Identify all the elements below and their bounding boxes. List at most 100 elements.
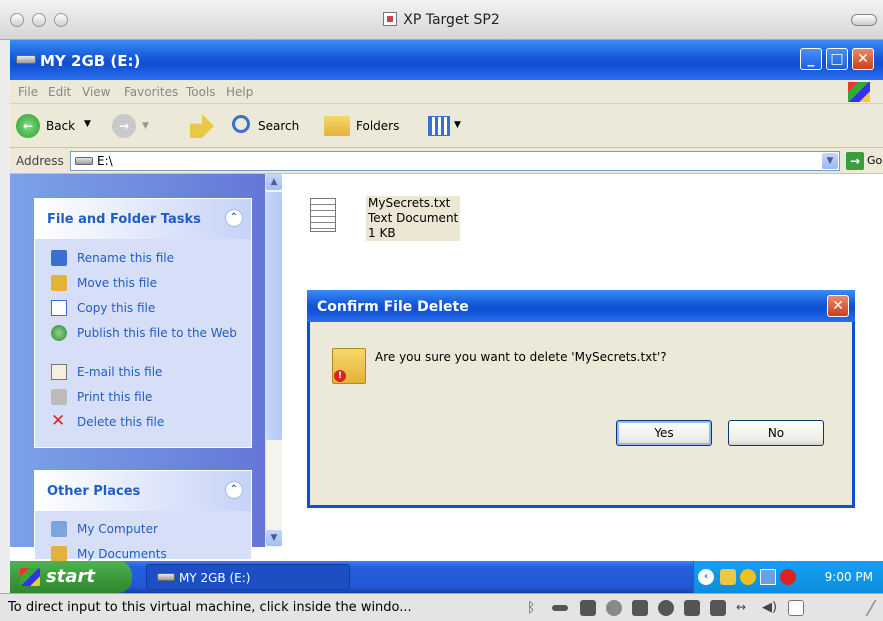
views-button[interactable]: ▼ xyxy=(428,112,470,140)
usb-storage-2-icon[interactable] xyxy=(710,600,726,616)
explorer-title: MY 2GB (E:) xyxy=(40,52,141,70)
menu-file[interactable]: File xyxy=(18,85,38,99)
microphone-icon[interactable] xyxy=(606,600,622,616)
other-places-header[interactable]: Other Places ⌃ xyxy=(35,471,251,511)
address-bar: Address E:\ ▼ → Go xyxy=(10,148,883,174)
views-icon xyxy=(428,116,450,136)
tray-expand-icon[interactable]: ‹ xyxy=(698,569,714,585)
scroll-thumb[interactable] xyxy=(266,192,282,440)
printer-icon xyxy=(51,389,67,405)
computer-icon xyxy=(51,521,67,537)
task-copy-file[interactable]: Copy this file xyxy=(77,302,155,315)
views-dropdown-icon: ▼ xyxy=(454,120,461,130)
security-alert-icon[interactable] xyxy=(780,569,796,585)
keyboard-icon[interactable] xyxy=(788,600,804,616)
collapse-chevron-icon[interactable]: ⌃ xyxy=(225,481,243,499)
start-button[interactable]: start xyxy=(10,561,132,593)
task-publish-file[interactable]: Publish this file to the Web xyxy=(77,327,237,340)
scroll-up-icon[interactable]: ▲ xyxy=(266,174,282,190)
task-pane-scrollbar[interactable]: ▲ ▼ xyxy=(265,174,282,547)
email-icon xyxy=(51,364,67,380)
host-window-title: XP Target SP2 xyxy=(403,12,500,28)
windows-logo-icon xyxy=(20,568,40,586)
other-places-box: Other Places ⌃ My Computer My Documents xyxy=(34,470,252,562)
forward-arrow-icon[interactable]: → xyxy=(112,114,136,138)
back-button[interactable]: ← Back ▼ xyxy=(16,112,96,140)
go-label: Go xyxy=(867,154,883,167)
move-icon xyxy=(51,275,67,291)
toolbar-toggle-pill[interactable] xyxy=(851,14,877,26)
rename-icon xyxy=(51,250,67,266)
cd-drive-icon[interactable] xyxy=(658,600,674,616)
place-my-documents[interactable]: My Documents xyxy=(77,548,167,561)
menu-view[interactable]: View xyxy=(82,85,110,99)
go-button[interactable]: → Go xyxy=(846,151,882,171)
usb-device-icon[interactable] xyxy=(580,600,596,616)
menu-favorites[interactable]: Favorites xyxy=(124,85,178,99)
vm-status-message: To direct input to this virtual machine,… xyxy=(8,600,412,615)
minimize-button[interactable]: _ xyxy=(800,48,822,70)
task-move-file[interactable]: Move this file xyxy=(77,277,157,290)
file-folder-tasks-title: File and Folder Tasks xyxy=(47,212,201,227)
harddisk-icon[interactable] xyxy=(552,605,568,611)
confirm-delete-dialog: Confirm File Delete ✕ ! Are you sure you… xyxy=(307,290,855,508)
explorer-window: MY 2GB (E:) _ □ ✕ File Edit View Favorit… xyxy=(10,40,883,562)
windows-flag-icon xyxy=(848,82,870,102)
dialog-titlebar[interactable]: Confirm File Delete ✕ xyxy=(307,290,855,322)
address-dropdown-icon[interactable]: ▼ xyxy=(822,153,838,169)
taskbar-item-explorer[interactable]: MY 2GB (E:) xyxy=(146,564,350,590)
file-folder-tasks-header[interactable]: File and Folder Tasks ⌃ xyxy=(35,199,251,239)
folders-icon xyxy=(324,116,350,136)
scroll-down-icon[interactable]: ▼ xyxy=(266,530,282,546)
address-input[interactable]: E:\ ▼ xyxy=(70,151,840,171)
address-value: E:\ xyxy=(97,154,113,168)
sound-icon[interactable]: ◀) xyxy=(762,600,778,616)
taskbar: start MY 2GB (E:) ‹ 9:00 PM xyxy=(10,561,883,593)
text-file-icon xyxy=(310,198,336,232)
menu-help[interactable]: Help xyxy=(226,85,253,99)
back-arrow-icon: ← xyxy=(16,114,40,138)
menu-tools[interactable]: Tools xyxy=(186,85,216,99)
task-print-file[interactable]: Print this file xyxy=(77,391,152,404)
usb-storage-icon[interactable] xyxy=(684,600,700,616)
drive-icon xyxy=(16,55,36,64)
task-delete-file[interactable]: Delete this file xyxy=(77,416,164,429)
no-button[interactable]: No xyxy=(728,420,824,446)
up-folder-icon[interactable] xyxy=(190,114,214,138)
vm-document-icon xyxy=(383,12,398,26)
search-label: Search xyxy=(258,119,300,133)
start-label: start xyxy=(46,566,95,587)
usb-icon[interactable] xyxy=(632,600,648,616)
folder-icon xyxy=(51,546,67,562)
place-my-computer[interactable]: My Computer xyxy=(77,523,158,536)
maximize-button[interactable]: □ xyxy=(826,48,848,70)
vm-status-bar: To direct input to this virtual machine,… xyxy=(0,593,883,621)
bluetooth-icon[interactable]: ᛒ xyxy=(527,600,543,616)
back-dropdown-icon[interactable]: ▼ xyxy=(84,119,91,129)
task-rename-file[interactable]: Rename this file xyxy=(77,252,174,265)
network-arrows-icon[interactable]: ↔ xyxy=(736,600,752,616)
tray-tool-icon[interactable] xyxy=(720,569,736,585)
system-tray: ‹ 9:00 PM xyxy=(693,561,883,593)
menu-edit[interactable]: Edit xyxy=(48,85,71,99)
file-name: MySecrets.txt xyxy=(368,196,451,210)
dialog-close-button[interactable]: ✕ xyxy=(827,295,849,317)
go-arrow-icon: → xyxy=(846,152,864,170)
resize-grip-icon[interactable] xyxy=(857,600,877,616)
explorer-titlebar[interactable]: MY 2GB (E:) _ □ ✕ xyxy=(10,40,883,80)
close-button[interactable]: ✕ xyxy=(852,48,874,70)
collapse-chevron-icon[interactable]: ⌃ xyxy=(225,209,243,227)
file-item[interactable]: MySecrets.txt Text Document 1 KB xyxy=(302,194,462,250)
tray-network-icon[interactable] xyxy=(760,569,776,585)
security-shield-icon[interactable] xyxy=(740,569,756,585)
forward-dropdown-icon[interactable]: ▼ xyxy=(142,121,149,131)
dialog-message: Are you sure you want to delete 'MySecre… xyxy=(375,350,667,364)
search-button[interactable]: Search xyxy=(232,112,318,140)
other-places-title: Other Places xyxy=(47,484,141,499)
delete-x-icon: ✕ xyxy=(51,411,66,431)
folders-button[interactable]: Folders xyxy=(324,112,416,140)
yes-button[interactable]: Yes xyxy=(616,420,712,446)
taskbar-drive-icon xyxy=(157,573,175,581)
back-label: Back xyxy=(46,119,76,133)
task-email-file[interactable]: E-mail this file xyxy=(77,366,162,379)
